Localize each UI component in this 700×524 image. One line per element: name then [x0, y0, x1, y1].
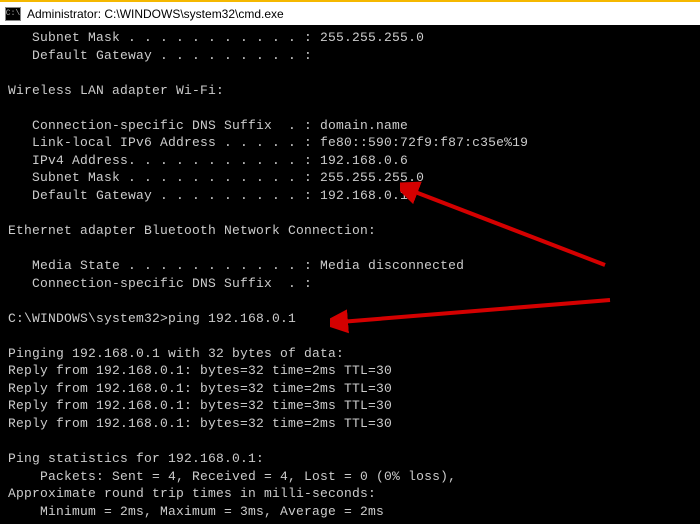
terminal-line: Ethernet adapter Bluetooth Network Conne… — [8, 222, 692, 240]
terminal-line — [8, 204, 692, 222]
terminal-line — [8, 99, 692, 117]
terminal-line: Packets: Sent = 4, Received = 4, Lost = … — [8, 468, 692, 486]
terminal-line: Connection-specific DNS Suffix . : domai… — [8, 117, 692, 135]
terminal-line: Default Gateway . . . . . . . . . : — [8, 47, 692, 65]
terminal-line: Link-local IPv6 Address . . . . . : fe80… — [8, 134, 692, 152]
terminal-line: Approximate round trip times in milli-se… — [8, 485, 692, 503]
terminal-line — [8, 240, 692, 258]
terminal-line: Reply from 192.168.0.1: bytes=32 time=2m… — [8, 415, 692, 433]
terminal-line: Default Gateway . . . . . . . . . : 192.… — [8, 187, 692, 205]
terminal-line: Subnet Mask . . . . . . . . . . . : 255.… — [8, 29, 692, 47]
terminal-line — [8, 292, 692, 310]
terminal-line: C:\WINDOWS\system32>ping 192.168.0.1 — [8, 310, 692, 328]
window-title: Administrator: C:\WINDOWS\system32\cmd.e… — [27, 7, 284, 21]
terminal-output[interactable]: Subnet Mask . . . . . . . . . . . : 255.… — [0, 25, 700, 524]
terminal-line: Ping statistics for 192.168.0.1: — [8, 450, 692, 468]
terminal-line: Media State . . . . . . . . . . . : Medi… — [8, 257, 692, 275]
terminal-line — [8, 433, 692, 451]
window-titlebar: C:\ Administrator: C:\WINDOWS\system32\c… — [0, 0, 700, 25]
terminal-line — [8, 64, 692, 82]
terminal-line: IPv4 Address. . . . . . . . . . . : 192.… — [8, 152, 692, 170]
terminal-line: Reply from 192.168.0.1: bytes=32 time=3m… — [8, 397, 692, 415]
terminal-line — [8, 327, 692, 345]
terminal-line: Reply from 192.168.0.1: bytes=32 time=2m… — [8, 380, 692, 398]
terminal-line: Connection-specific DNS Suffix . : — [8, 275, 692, 293]
cmd-icon: C:\ — [5, 7, 21, 21]
terminal-line: Pinging 192.168.0.1 with 32 bytes of dat… — [8, 345, 692, 363]
terminal-line: Minimum = 2ms, Maximum = 3ms, Average = … — [8, 503, 692, 521]
terminal-line: Wireless LAN adapter Wi-Fi: — [8, 82, 692, 100]
terminal-line: Subnet Mask . . . . . . . . . . . : 255.… — [8, 169, 692, 187]
terminal-line: Reply from 192.168.0.1: bytes=32 time=2m… — [8, 362, 692, 380]
